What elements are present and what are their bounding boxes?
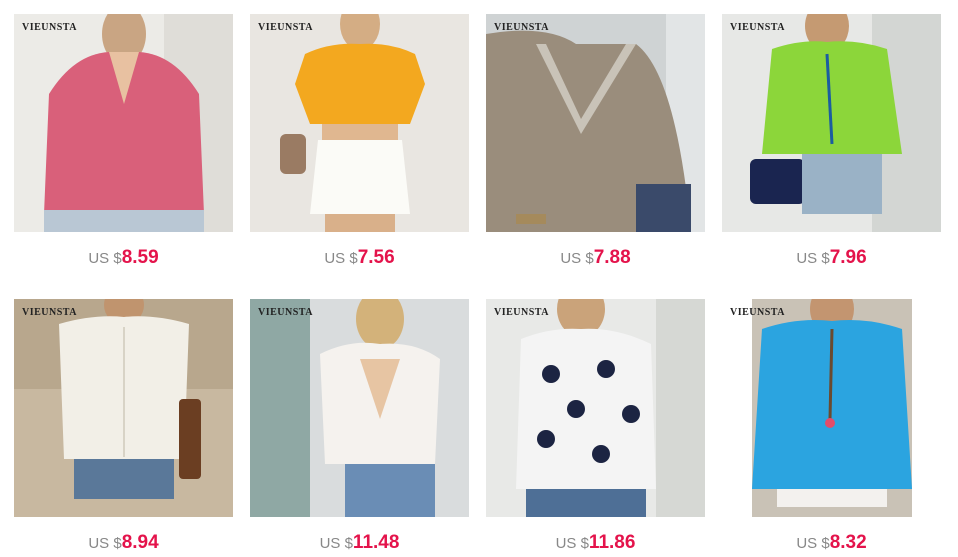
product-image[interactable]: VIEUNSTA [250,299,469,517]
price-row: US $11.86 [486,531,705,555]
price-value: 8.94 [121,532,159,553]
currency-label: US $ [88,250,122,267]
brand-label: VIEUNSTA [730,307,785,318]
price-row: US $7.88 [486,246,705,270]
price-row: US $8.59 [14,246,233,270]
currency-label: US $ [796,250,830,267]
product-card[interactable]: VIEUNSTA US $7.56 [250,14,469,268]
price-row: US $7.56 [250,246,469,270]
price-value: 11.48 [352,532,400,553]
brand-label: VIEUNSTA [22,22,77,33]
product-image[interactable]: VIEUNSTA [14,14,233,232]
product-grid: VIEUNSTA US $8.59 VIEUNSTA US $7.56 VIEU… [0,0,958,557]
brand-label: VIEUNSTA [730,22,785,33]
product-card[interactable]: VIEUNSTA US $11.86 [486,299,705,553]
price-value: 8.32 [829,532,867,553]
price-value: 7.56 [357,247,395,268]
product-card[interactable]: VIEUNSTA US $8.32 [722,299,941,553]
currency-label: US $ [324,250,358,267]
currency-label: US $ [88,535,122,552]
product-image[interactable]: VIEUNSTA [486,299,705,517]
product-image[interactable]: VIEUNSTA [14,299,233,517]
currency-label: US $ [796,535,830,552]
price-row: US $11.48 [250,531,469,555]
brand-label: VIEUNSTA [22,307,77,318]
currency-label: US $ [319,535,353,552]
price-value: 7.88 [593,247,631,268]
brand-label: VIEUNSTA [258,22,313,33]
price-value: 7.96 [829,247,867,268]
product-card[interactable]: VIEUNSTA US $7.96 [722,14,941,268]
price-row: US $7.96 [722,246,941,270]
product-card[interactable]: VIEUNSTA US $8.59 [14,14,233,268]
price-row: US $8.32 [722,531,941,555]
currency-label: US $ [555,535,589,552]
product-image[interactable]: VIEUNSTA [486,14,705,232]
product-card[interactable]: VIEUNSTA US $11.48 [250,299,469,553]
brand-label: VIEUNSTA [258,307,313,318]
price-value: 11.86 [588,532,636,553]
product-image[interactable]: VIEUNSTA [722,14,941,232]
price-value: 8.59 [121,247,159,268]
product-image[interactable]: VIEUNSTA [250,14,469,232]
product-card[interactable]: VIEUNSTA US $8.94 [14,299,233,553]
product-image[interactable]: VIEUNSTA [722,299,941,517]
currency-label: US $ [560,250,594,267]
price-row: US $8.94 [14,531,233,555]
product-card[interactable]: VIEUNSTA US $7.88 [486,14,705,268]
brand-label: VIEUNSTA [494,22,549,33]
brand-label: VIEUNSTA [494,307,549,318]
